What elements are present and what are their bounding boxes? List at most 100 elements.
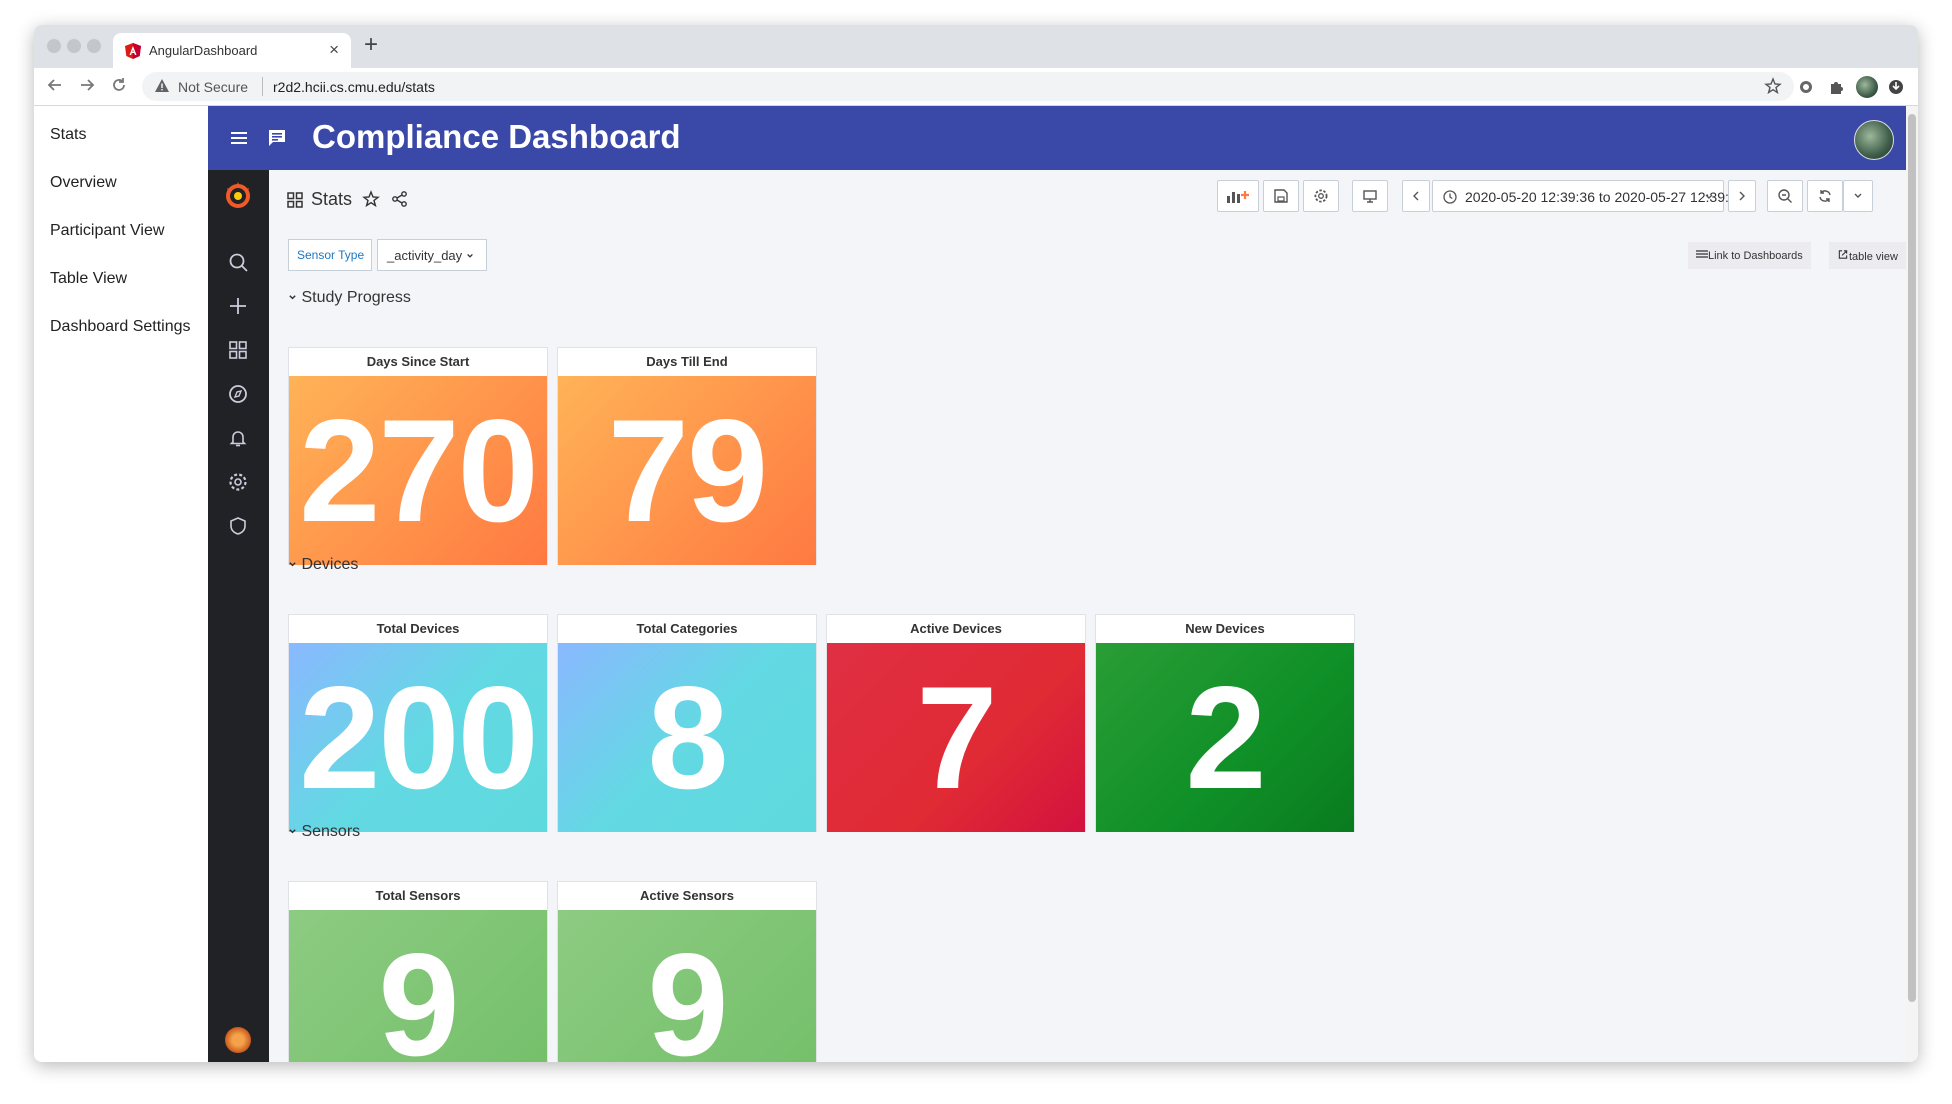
panel-total-sensors[interactable]: Total Sensors 9 [288,881,548,1062]
compass-icon[interactable] [227,383,249,405]
table-view-link[interactable]: table view [1829,242,1906,269]
variable-value: _activity_day [387,248,463,263]
cycle-view-mode-button[interactable] [1352,180,1388,212]
settings-gear-icon [1314,189,1328,203]
panel-title[interactable]: Days Till End [558,354,816,369]
back-arrow-icon[interactable] [46,76,64,94]
nav-item-overview[interactable]: Overview [50,174,117,192]
bell-icon[interactable] [227,427,249,449]
time-range-text: 2020-05-20 12:39:36 to 2020-05-27 12:39:… [1465,189,1745,205]
external-link-icon [1838,250,1848,259]
star-icon[interactable] [362,190,380,208]
search-icon[interactable] [227,251,249,273]
user-avatar[interactable] [1854,120,1894,160]
profile-avatar[interactable] [1856,76,1878,98]
panel-total-devices[interactable]: Total Devices 200 [288,614,548,832]
chat-icon[interactable] [266,127,288,149]
zoom-out-icon [1778,189,1792,203]
chevron-right-icon [1739,191,1745,201]
stat-background: 8 [558,643,816,832]
panel-title[interactable]: Total Devices [289,621,547,636]
chevron-down-icon [466,253,473,258]
minimize-window-icon[interactable] [67,39,81,53]
gear-icon[interactable] [227,471,249,493]
security-label[interactable]: Not Secure [178,79,248,95]
panel-title[interactable]: Active Devices [827,621,1085,636]
maximize-window-icon[interactable] [87,39,101,53]
stat-background: 2 [1096,643,1354,832]
close-window-icon[interactable] [47,39,61,53]
grafana-logo-icon[interactable] [223,180,253,210]
update-icon[interactable] [1887,78,1905,96]
add-panel-button[interactable] [1217,180,1259,212]
bookmark-star-icon[interactable] [1764,75,1782,97]
puzzle-icon[interactable] [1828,78,1846,96]
menu-icon[interactable] [228,127,250,149]
panel-total-categories[interactable]: Total Categories 8 [557,614,817,832]
row-devices[interactable]: Devices [288,556,358,574]
row-sensors[interactable]: Sensors [288,823,360,841]
panel-active-devices[interactable]: Active Devices 7 [826,614,1086,832]
extension-circle-icon[interactable] [1797,78,1815,96]
page-scrollbar[interactable] [1906,106,1918,1062]
stat-background: 200 [289,643,547,832]
address-bar[interactable]: Not Secure r2d2.hcii.cs.cmu.edu/stats [142,72,1794,101]
refresh-icon [1819,190,1831,202]
new-tab-icon[interactable]: + [364,31,378,59]
dashboards-grid-icon[interactable] [227,339,249,361]
panel-title[interactable]: New Devices [1096,621,1354,636]
dashboard-main: Stats 2020-05-20 12:39:36 to 2020-05-27 … [269,170,1906,1062]
refresh-button[interactable] [1807,180,1843,212]
forward-arrow-icon[interactable] [78,76,96,94]
time-range-picker[interactable]: 2020-05-20 12:39:36 to 2020-05-27 12:39:… [1432,180,1744,212]
row-study-progress[interactable]: Study Progress [288,289,411,307]
reload-icon[interactable] [110,76,128,94]
scrollbar-thumb[interactable] [1908,114,1916,1002]
panel-new-devices[interactable]: New Devices 2 [1095,614,1355,832]
nav-item-stats[interactable]: Stats [50,126,86,144]
clock-icon [1443,190,1457,204]
browser-tab[interactable]: AngularDashboard × [113,33,351,68]
app-header: Compliance Dashboard [208,106,1918,170]
link-to-dashboards-button[interactable]: Link to Dashboards [1688,242,1811,269]
dashboard-settings-button[interactable] [1303,180,1339,212]
nav-item-table-view[interactable]: Table View [50,270,127,288]
url-text[interactable]: r2d2.hcii.cs.cmu.edu/stats [273,79,435,95]
share-icon[interactable] [391,190,409,208]
save-dashboard-button[interactable] [1263,180,1299,212]
chevron-down-icon [1705,194,1713,199]
panel-title[interactable]: Active Sensors [558,888,816,903]
save-icon [1274,189,1288,203]
row-title-text: Sensors [301,823,361,840]
warning-icon[interactable] [154,78,170,94]
zoom-out-button[interactable] [1767,180,1803,212]
stat-value: 2 [1185,655,1266,819]
tab-close-icon[interactable]: × [329,40,339,60]
stat-background: 7 [827,643,1085,832]
panel-title[interactable]: Total Categories [558,621,816,636]
stat-value: 8 [647,655,728,819]
panel-title[interactable]: Days Since Start [289,354,547,369]
nav-item-participant-view[interactable]: Participant View [50,222,164,240]
stat-value: 9 [378,922,459,1063]
panel-active-sensors[interactable]: Active Sensors 9 [557,881,817,1062]
browser-toolbar: Not Secure r2d2.hcii.cs.cmu.edu/stats [34,68,1918,106]
dashboard-title[interactable]: Stats [311,189,352,210]
add-panel-icon [1227,191,1249,203]
variable-select[interactable]: _activity_day [377,239,487,271]
row-title-text: Devices [301,556,359,573]
refresh-interval-button[interactable] [1843,180,1873,212]
link-to-dashboards-label: Link to Dashboards [1708,250,1803,262]
time-forward-button[interactable] [1728,180,1756,212]
chevron-down-icon [289,562,296,567]
time-back-button[interactable] [1402,180,1430,212]
tab-title: AngularDashboard [149,43,258,58]
tab-strip: AngularDashboard × + [34,25,1918,68]
panel-days-since-start[interactable]: Days Since Start 270 [288,347,548,565]
nav-item-dashboard-settings[interactable]: Dashboard Settings [50,318,191,336]
shield-icon[interactable] [227,515,249,537]
panel-title[interactable]: Total Sensors [289,888,547,903]
plus-icon[interactable] [227,295,249,317]
panel-days-till-end[interactable]: Days Till End 79 [557,347,817,565]
sidebar-user-avatar[interactable] [225,1027,251,1053]
